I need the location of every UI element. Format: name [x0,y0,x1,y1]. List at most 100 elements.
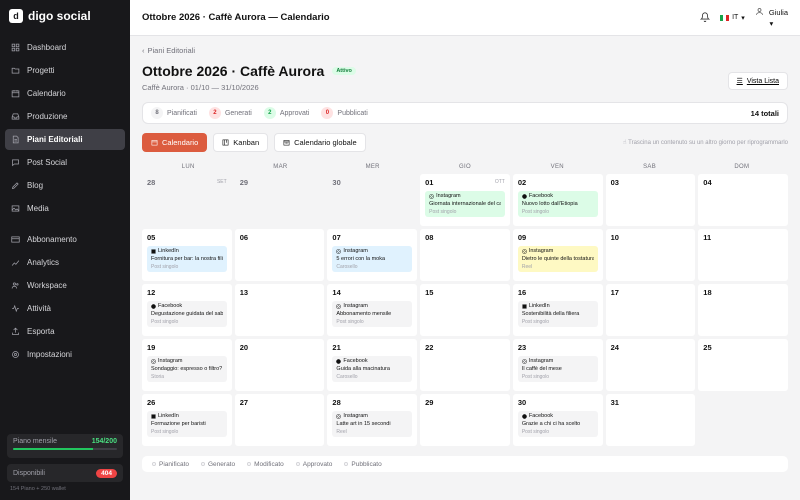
brand[interactable]: d digo social [0,0,130,37]
calendar-day-cell[interactable]: 12Facebook Degustazione guidata del sabat… [142,284,232,336]
calendar-event[interactable]: Facebook Grazie a chi ci ha scelto Post si… [517,411,598,437]
calendar-event[interactable]: Instagram Abbonamento mensile Post singolo [332,301,413,327]
calendar-day-cell[interactable]: 03 [605,174,696,226]
calendar-day-cell[interactable]: 14 Instagram Abbonamento mensile Post singo… [327,284,418,336]
grid-icon [11,43,20,52]
calendar-day-cell[interactable]: 01 OTT Instagram Giornata internazionale de… [420,174,510,226]
status-filter-approvati[interactable]: 2 Approvati [263,107,309,119]
weekday-label: MAR [273,164,288,170]
calendar-icon [151,139,158,146]
calendar-day-cell[interactable]: 17 [605,284,696,336]
calendar-event[interactable]: LinkedIn Sostenibilità della filiera Post … [517,301,598,327]
calendar-day-cell[interactable]: 30 [327,174,418,226]
status-filter-pianificati[interactable]: 8 Pianificati [151,107,197,119]
calendar-event[interactable]: LinkedIn Fornitura per bar: la nostra fil… [147,246,227,272]
calendar-event[interactable]: Instagram 5 errori con la moka Carosello [332,246,413,272]
calendar-event[interactable]: LinkedIn Formazione per baristi Post singo… [147,411,227,437]
user-menu[interactable]: Giulia ▾ [755,7,788,28]
calendar-day-cell[interactable]: 02 Facebook Nuovo lotto dall'Etiopia Post s… [512,174,603,226]
calendar-day-cell[interactable]: 27 [234,394,325,446]
status-filter-pubblicati[interactable]: 0 Pubblicati [321,107,368,119]
sidebar-item-analytics[interactable]: Analytics [5,252,125,273]
calendar-event[interactable]: Facebook Nuovo lotto dall'Etiopia Post sin… [517,191,598,217]
status-label: Pianificati [167,109,197,117]
calendar-day-cell[interactable]: 30 Facebook Grazie a chi ci ha scelto Post … [512,394,603,446]
sidebar-item-post-social[interactable]: Post Social [5,152,125,173]
available-credits: Disponibili 404 [7,464,123,482]
calendar-day-cell[interactable]: 20 [234,339,325,391]
calendar-day-cell[interactable]: 05 LinkedIn Fornitura per bar: la nostra f… [142,229,232,281]
drag-hint: ☝ Trascina un contenuto su un altro gior… [623,139,788,146]
sidebar-item-calendario[interactable]: Calendario [5,83,125,104]
sidebar-item-progetti[interactable]: Progetti [5,60,125,81]
app-root: d digo social Dashboard Progetti Calendari… [0,0,800,500]
calendar-day-cell[interactable]: 16 LinkedIn Sostenibilità della filiera Pos… [512,284,603,336]
calendar-day-cell[interactable]: 07 Instagram 5 errori con la moka Carosello [327,229,418,281]
page-title: Ottobre 2026 · Caffè Aurora [142,63,325,79]
sidebar-item-blog[interactable]: Blog [5,175,125,196]
tab-calendario-globale[interactable]: Calendario globale [274,132,366,152]
event-type: Post singolo [521,319,550,325]
sidebar-item-workspace[interactable]: Workspace [5,275,125,296]
brand-name: digo social [28,9,91,23]
sidebar-item-label: Analytics [27,258,60,267]
calendar-event[interactable]: Instagram Dietro le quinte della tostatur… [517,246,598,272]
calendar-event[interactable]: Facebook Guida alla macinatura Carosello [332,356,413,382]
list-view-button[interactable]: ☰ Vista Lista [727,72,788,90]
calendar-event[interactable]: Facebook Degustazione guidata del sabato P… [147,301,227,327]
calendar-day-cell[interactable]: 13 [234,284,325,336]
calendar-day-cell[interactable]: 23 Instagram Il caffè del mese Post singolo [512,339,603,391]
tab-calendario[interactable]: Calendario [142,132,208,152]
calendar-day-cell[interactable]: 29 [234,174,325,226]
tab-kanban[interactable]: Kanban [213,132,269,152]
event-network: Instagram [528,248,554,254]
sidebar-item-esporta[interactable]: Esporta [5,321,125,342]
activity-icon [11,304,20,313]
sidebar-item-abbonamento[interactable]: Abbonamento [5,229,125,250]
event-title: Abbonamento mensile [336,311,392,317]
calendar-day-cell[interactable]: 10 [605,229,696,281]
breadcrumb[interactable]: ‹ Piani Editoriali [142,46,788,55]
calendar-day-cell[interactable]: 25 [698,339,788,391]
sidebar-item-label: Produzione [27,112,68,121]
calendar-day-cell[interactable]: 15 [420,284,510,336]
event-type: Carosello [336,374,358,380]
instagram-icon [336,413,342,419]
calendar-day-cell[interactable]: 29 [420,394,510,446]
day-number: 11 [703,233,712,242]
calendar-day-cell[interactable]: 21 Facebook Guida alla macinatura Carosello [327,339,418,391]
calendar-day-cell[interactable]: 11 [698,229,788,281]
status-filter-generati[interactable]: 2 Generati [208,107,252,119]
calendar-event[interactable]: Instagram Latte art in 15 secondi Reel [332,411,413,437]
sidebar-item-attività[interactable]: Attività [5,298,125,319]
day-number: 28 [147,178,156,187]
calendar-event[interactable]: Instagram Sondaggio: espresso o filtro? St… [147,356,227,382]
breadcrumb-label: Piani Editoriali [147,46,196,55]
language-selector[interactable]: IT ▾ [720,14,745,22]
calendar-day-cell[interactable]: 09 Instagram Dietro le quinte della tostat… [512,229,603,281]
status-count: 2 [263,107,276,119]
calendar-day-cell[interactable]: 06 [234,229,325,281]
calendar-day-cell[interactable]: 19 Instagram Sondaggio: espresso o filtro?… [142,339,232,391]
sidebar-item-piani-editoriali[interactable]: Piani Editoriali [5,129,125,150]
calendar-day-cell[interactable]: 28 SET [142,174,232,226]
facebook-icon [522,413,527,419]
calendar-day-cell[interactable]: 22 [420,339,510,391]
calendar-day-cell[interactable]: 24 [605,339,696,391]
event-title: Sondaggio: espresso o filtro? [151,366,223,372]
sidebar-item-produzione[interactable]: Produzione [5,106,125,127]
event-title: Il caffè del mese [521,366,562,372]
bell-icon[interactable] [699,11,711,24]
calendar-day-cell[interactable]: 31 [605,394,696,446]
calendar-day-cell[interactable]: 28 Instagram Latte art in 15 secondi Reel [327,394,418,446]
sidebar-item-impostazioni[interactable]: Impostazioni [5,344,125,365]
calendar-day-cell[interactable]: 04 [698,174,788,226]
sidebar-nav-main: Dashboard Progetti Calendario Produzione Pia… [0,37,130,221]
calendar-event[interactable]: Instagram Giornata internazionale del caf… [425,191,505,217]
calendar-day-cell[interactable]: 18 [698,284,788,336]
sidebar-item-dashboard[interactable]: Dashboard [5,37,125,58]
sidebar-item-media[interactable]: Media [5,198,125,219]
calendar-day-cell[interactable]: 08 [420,229,510,281]
calendar-event[interactable]: Instagram Il caffè del mese Post singolo [517,356,598,382]
calendar-day-cell[interactable]: 26 LinkedIn Formazione per baristi Post sin… [142,394,232,446]
